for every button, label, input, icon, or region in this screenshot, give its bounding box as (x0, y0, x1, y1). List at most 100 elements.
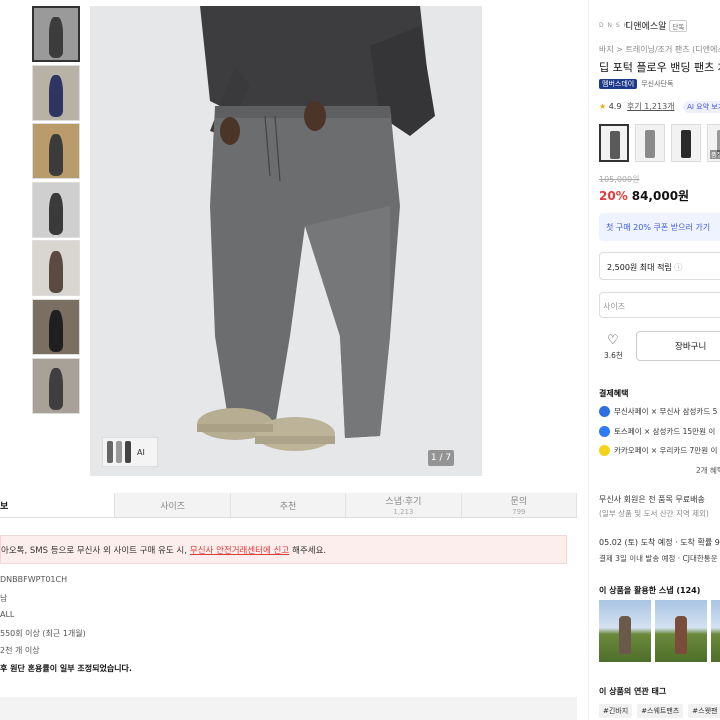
preview-pant-icon (107, 441, 113, 463)
product-photo (90, 6, 482, 476)
soldout-tag: 품절 (710, 150, 720, 159)
sale-price: 20% 84,000원 (599, 187, 689, 204)
option-pant-image (681, 130, 691, 158)
brand-name[interactable]: 디앤에스알 단독 (625, 19, 688, 32)
tab-label: 사이즈 (160, 501, 186, 512)
thumbnail-3[interactable] (32, 123, 80, 180)
rating-value: 4.9 (608, 102, 622, 111)
thumbnail-figure (49, 251, 63, 294)
info-line: 550회 이상 (최근 1개월) (0, 628, 86, 638)
snap-person (675, 616, 687, 654)
discount-rate: 20% (599, 189, 628, 203)
benefit-item[interactable]: 토스페이 × 삼성카드 15만원 이 (599, 426, 715, 437)
tab-3[interactable]: 추천 (230, 493, 347, 517)
ai-label: AI (137, 447, 145, 457)
points-box[interactable]: 2,500원 최대 적립 ⓘ (599, 252, 720, 280)
color-option[interactable] (635, 124, 665, 162)
color-options: 품절 (599, 124, 720, 162)
tab-1[interactable]: 보 (0, 493, 116, 517)
snap-image[interactable] (711, 600, 720, 662)
benefit-item[interactable]: 무신사페이 × 무신사 삼성카드 5 (599, 406, 717, 417)
product-title: 딥 포턱 플로우 밴딩 팬츠 차 (599, 61, 720, 74)
thumbnail-7[interactable] (32, 357, 80, 414)
tab-label: 스냅·후기 (385, 497, 422, 507)
exclusive-badge: 단독 (669, 20, 688, 32)
benefit-item[interactable]: 카카오페이 × 우리카드 7만원 이 (599, 445, 717, 456)
membersday-badge: 멤버스데이 (599, 79, 638, 89)
tab-4[interactable]: 스냅·후기 1,213 (346, 493, 462, 517)
product-info-list: DNBBFWPT01CH 남 ALL 550회 이상 (최근 1개월) 2천 개… (0, 575, 132, 680)
tab-2[interactable]: 사이즈 (115, 493, 231, 517)
info-line: ALL (0, 610, 15, 619)
star-icon: ★ (599, 102, 607, 111)
snap-title: 이 상품을 활용한 스냅 (124) (599, 586, 701, 595)
bottom-section (0, 697, 577, 720)
payment-icon (599, 426, 610, 437)
thumbnail-figure (49, 17, 63, 58)
thumbnail-5[interactable] (32, 240, 80, 297)
thumbnail-6[interactable] (32, 298, 80, 355)
benefit-text: 토스페이 × 삼성카드 15만원 이 (614, 427, 716, 436)
thumbnail-figure (49, 133, 63, 177)
thumbnail-list (32, 6, 82, 416)
color-option[interactable] (671, 124, 701, 162)
purchase-panel: D N S H 디앤에스알 단독 바지 > 트레이닝/조거 팬츠 (디앤에스 딥 … (588, 0, 720, 720)
delivery-detail: 결제 3일 이내 발송 예정 · CJ대한통운 (599, 554, 718, 563)
tab-count: 799 (512, 508, 526, 516)
report-link[interactable]: 무신사 안전거래센터에 신고 (190, 544, 289, 556)
points-text: 2,500원 최대 적립 (607, 263, 672, 272)
tab-label: 문의 (510, 497, 528, 507)
benefit-text: 무신사페이 × 무신사 삼성카드 5 (614, 407, 718, 416)
original-price: 105,000원 (599, 175, 640, 184)
thumbnail-figure (49, 368, 63, 411)
color-option[interactable]: 품절 (707, 124, 720, 162)
size-select[interactable]: 사이즈 (599, 292, 720, 318)
benefit-title: 결제혜택 (599, 389, 629, 398)
detail-tabs: 보 사이즈 추천 스냅·후기 1,213 문의 799 (0, 493, 578, 518)
tab-5[interactable]: 문의 799 (461, 493, 578, 517)
thumbnail-figure (49, 75, 63, 118)
tag-chip[interactable]: #긴바지 (599, 704, 633, 718)
shipping-info: 무신사 회원은 전 품목 무료배송 (599, 495, 705, 504)
safety-notice: 아오톡, SMS 등으로 무신사 외 사이트 구매 유도 시, 무신사 안전거래… (0, 535, 567, 564)
review-count-link[interactable]: 후기 1,213개 (627, 102, 675, 111)
snap-image[interactable] (655, 600, 707, 662)
info-icon: ⓘ (674, 263, 683, 272)
ai-summary-button[interactable]: AI 요약 보기 (683, 101, 720, 113)
shipping-note: (일부 상품 및 도서 산간 지역 제외) (599, 509, 709, 518)
heart-icon[interactable]: ♡ (607, 333, 619, 348)
like-count: 3.6천 (604, 351, 623, 360)
thumbnail-figure (49, 192, 63, 235)
main-product-image[interactable] (90, 6, 482, 476)
thumbnail-1[interactable] (32, 6, 80, 62)
tab-count: 1,213 (393, 508, 414, 516)
tag-chip[interactable]: #스웻팬 (688, 704, 720, 718)
color-option[interactable] (599, 124, 629, 162)
cart-button[interactable]: 장바구니 (636, 331, 720, 361)
tag-chip[interactable]: #스웨트팬츠 (637, 704, 684, 718)
info-line: 남 (0, 593, 8, 603)
preview-pant-icon (116, 441, 122, 463)
info-line: DNBBFWPT01CH (0, 575, 68, 584)
coupon-button[interactable]: 첫 구매 20% 쿠폰 받으러 가기 (599, 213, 720, 241)
thumbnail-figure (49, 309, 63, 352)
payment-icon (599, 406, 610, 417)
price-value: 84,000원 (631, 189, 690, 203)
option-pant-image (645, 130, 655, 158)
musinsa-exclusive-badge: 무신사단독 (641, 80, 674, 88)
badge-row: 멤버스데이 무신사단독 (599, 79, 673, 89)
image-counter: 1 / 7 (428, 450, 454, 466)
payment-icon (599, 445, 610, 456)
thumbnail-2[interactable] (32, 64, 80, 121)
option-pant-image (610, 131, 620, 159)
snap-person (619, 616, 631, 654)
snap-list (599, 600, 720, 662)
snap-image[interactable] (599, 600, 651, 662)
notice-text: 아오톡, SMS 등으로 무신사 외 사이트 구매 유도 시, (1, 545, 187, 556)
breadcrumb[interactable]: 바지 > 트레이닝/조거 팬츠 (디앤에스 (599, 44, 720, 55)
preview-pant-icon (125, 441, 131, 463)
more-benefits-link[interactable]: 2개 혜택 (696, 465, 720, 476)
tab-label: 추천 (279, 501, 297, 512)
ai-fitting-preview[interactable]: AI (102, 437, 158, 467)
thumbnail-4[interactable] (32, 181, 80, 238)
